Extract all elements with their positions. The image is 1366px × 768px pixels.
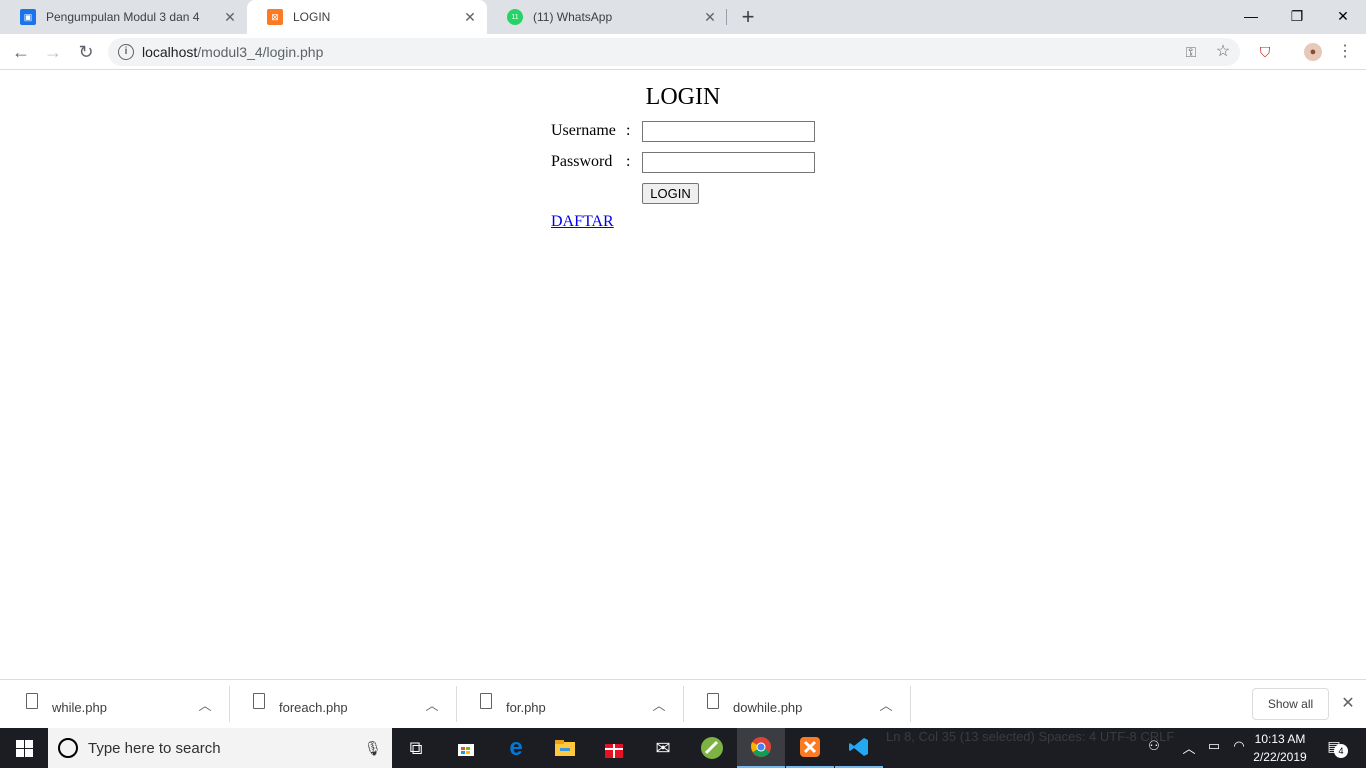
file-icon [480,693,492,709]
forward-arrow-icon[interactable]: → [41,40,65,64]
xampp-icon[interactable] [786,728,834,768]
action-center-icon[interactable]: ▤ 4 [1322,738,1348,758]
tab-strip: ▣ Pengumpulan Modul 3 dan 4 ✕ ⊠ LOGIN ✕ … [0,0,1366,34]
close-icon[interactable]: ✕ [459,9,481,26]
whatsapp-icon: 11 [507,9,523,25]
close-icon[interactable]: ✕ [219,9,241,26]
show-all-button[interactable]: Show all [1252,688,1329,720]
new-tab-button[interactable]: + [737,5,759,29]
people-icon[interactable]: ⚇ [1144,738,1164,754]
store-icon[interactable] [442,728,490,768]
back-arrow-icon[interactable]: ← [9,40,33,64]
key-icon[interactable]: ⚿ [1182,43,1200,61]
password-colon: : [626,153,631,170]
tab-whatsapp[interactable]: 11 (11) WhatsApp ✕ [487,0,727,34]
search-placeholder: Type here to search [88,739,221,757]
extension-icon[interactable]: ⛉ [1256,43,1274,61]
chevron-up-icon[interactable]: ︿ [195,695,215,714]
chevron-up-icon[interactable]: ︿ [422,695,442,714]
microphone-icon[interactable]: 🎙 [364,740,382,757]
edge-icon[interactable]: e [492,728,540,768]
download-filename: foreach.php [279,699,348,715]
url-host: localhost [142,44,198,60]
login-button[interactable]: LOGIN [642,183,699,204]
tab-separator [726,9,727,25]
register-link[interactable]: DAFTAR [551,213,614,231]
windows-icon [15,739,33,757]
star-icon[interactable]: ☆ [1214,43,1232,61]
chevron-up-icon[interactable]: ︿ [876,695,896,714]
battery-icon[interactable]: ▭ [1204,738,1224,754]
notification-badge: 4 [1334,744,1348,758]
taskbar-search[interactable]: Type here to search 🎙 [48,728,392,768]
browser-toolbar: ← → ↻ i localhost/modul3_4/login.php ⚿ ☆… [0,34,1366,70]
tab-pengumpulan[interactable]: ▣ Pengumpulan Modul 3 dan 4 ✕ [0,0,247,34]
close-icon[interactable]: ✕ [699,9,721,26]
gift-icon[interactable] [590,728,638,768]
file-icon [707,693,719,709]
download-filename: dowhile.php [733,699,803,715]
menu-dots-icon[interactable]: ⋮ [1336,43,1354,61]
vscode-icon[interactable] [835,728,883,768]
tab-title: Pengumpulan Modul 3 dan 4 [46,10,200,24]
window-close-button[interactable]: ✕ [1320,4,1366,28]
chevron-up-icon[interactable]: ︿ [1179,738,1199,757]
start-button[interactable] [0,728,48,768]
clock-date: 2/22/2019 [1253,750,1307,764]
taskbar: Type here to search 🎙 ⧉ e ✉ Ln 8, Col 35… [0,728,1366,768]
editor-status-ghost: Ln 8, Col 35 (13 selected) Spaces: 4 UTF… [886,729,1175,744]
info-icon[interactable]: i [118,44,134,60]
username-input[interactable] [642,121,815,142]
avatar[interactable]: ● [1304,43,1322,61]
chevron-up-icon[interactable]: ︿ [649,695,669,714]
file-explorer-icon[interactable] [541,728,589,768]
xampp-icon: ⊠ [267,9,283,25]
mail-icon[interactable]: ✉ [639,728,687,768]
notepad-plus-icon[interactable] [688,728,736,768]
download-item[interactable]: for.php ︿ [458,686,684,722]
password-input[interactable] [642,152,815,173]
system-clock[interactable]: 10:13 AM 2/22/2019 [1246,730,1314,766]
download-item[interactable]: foreach.php ︿ [231,686,457,722]
file-icon [253,693,265,709]
url-path: /modul3_4/login.php [197,44,324,60]
clock-time: 10:13 AM [1254,732,1306,746]
download-filename: for.php [506,699,546,715]
download-filename: while.php [52,699,107,715]
minimize-button[interactable]: — [1228,4,1274,28]
username-label: Username [551,122,616,139]
address-bar[interactable]: i localhost/modul3_4/login.php [108,38,1240,66]
page-content: LOGIN Username : Password : LOGIN DAFTAR [0,71,1366,679]
task-view-icon[interactable]: ⧉ [392,728,440,768]
download-shelf: while.php ︿ foreach.php ︿ for.php ︿ dowh… [0,679,1366,728]
tab-login[interactable]: ⊠ LOGIN ✕ [247,0,487,34]
reload-icon[interactable]: ↻ [74,40,98,64]
username-colon: : [626,122,631,139]
download-item[interactable]: dowhile.php ︿ [685,686,911,722]
restore-button[interactable]: ❐ [1274,4,1320,28]
tab-title: LOGIN [293,10,331,24]
password-label: Password [551,153,613,170]
download-item[interactable]: while.php ︿ [4,686,230,722]
close-icon[interactable]: ✕ [1338,692,1358,716]
tab-title: (11) WhatsApp [533,10,613,24]
cortana-icon [58,738,78,758]
chrome-icon[interactable] [737,728,785,768]
page-title: LOGIN [645,84,721,110]
classroom-icon: ▣ [20,9,36,25]
file-icon [26,693,38,709]
